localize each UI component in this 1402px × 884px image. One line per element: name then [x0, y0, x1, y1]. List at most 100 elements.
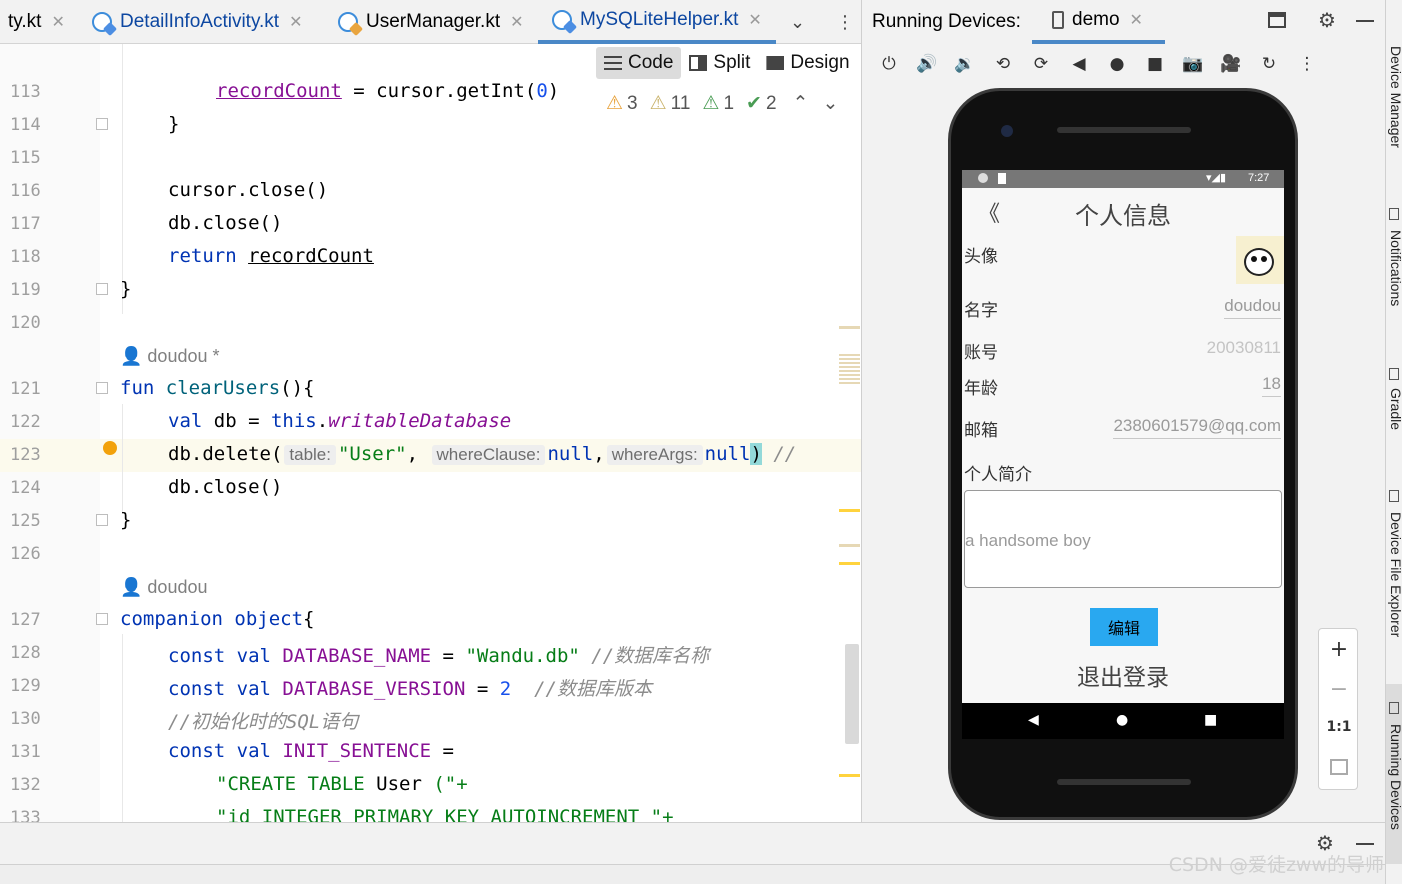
- more-vertical-icon[interactable]: ⋮: [836, 0, 854, 44]
- power-icon[interactable]: ⏻: [879, 54, 899, 74]
- account-field[interactable]: 20030811: [1207, 338, 1281, 360]
- code-token: ): [750, 443, 762, 465]
- close-icon[interactable]: ✕: [510, 12, 523, 32]
- tool-device-manager[interactable]: Device Manager: [1388, 46, 1402, 148]
- age-field[interactable]: 18: [1262, 374, 1281, 397]
- code-author-hint[interactable]: 👤 doudou *: [120, 346, 220, 367]
- intro-textarea[interactable]: a handsome boy: [964, 490, 1282, 588]
- zoom-out-button[interactable]: −: [1319, 677, 1359, 702]
- tool-running-devices[interactable]: Running Devices: [1388, 724, 1402, 830]
- code-author-hint[interactable]: 👤 doudou: [120, 577, 208, 598]
- code-token: writableDatabase: [328, 410, 512, 432]
- fold-marker-icon[interactable]: [96, 613, 108, 625]
- avatar[interactable]: [1236, 236, 1284, 284]
- line-number: 123: [10, 445, 41, 465]
- code-line-117: db.close(): [168, 212, 283, 234]
- line-number: 122: [10, 412, 41, 432]
- zoom-actual-size-button[interactable]: 1:1: [1319, 719, 1359, 735]
- code-editor[interactable]: Code Split Design ⚠ 3 ⚠ 11 ⚠ 1 ✔ 2 ⌃ ⌄ 113 1…: [0, 44, 861, 822]
- chevron-down-icon[interactable]: ⌄: [790, 0, 805, 44]
- code-line-131: const val INIT_SENTENCE =: [168, 740, 454, 762]
- edit-button[interactable]: 编辑: [1090, 608, 1158, 646]
- name-field[interactable]: doudou: [1224, 296, 1281, 319]
- tab-mysqlitehelper[interactable]: MySQLiteHelper.kt ✕: [538, 0, 776, 44]
- fold-marker-icon[interactable]: [96, 283, 108, 295]
- code-token: "Wandu.db": [465, 645, 580, 667]
- device-tab-demo[interactable]: demo ✕: [1032, 0, 1165, 44]
- scroll-marker[interactable]: [839, 354, 860, 384]
- vertical-scrollbar[interactable]: [845, 644, 859, 744]
- kotlin-class-icon: [338, 12, 358, 32]
- device-screen[interactable]: ▾◢▮ 7:27 《 个人信息 头像 名字 doudou 账号 20030811…: [962, 170, 1284, 703]
- tab-label: DetailInfoActivity.kt: [120, 11, 280, 32]
- editor-tab-bar: ty.kt ✕ DetailInfoActivity.kt ✕ UserMana…: [0, 0, 861, 44]
- code-line-124: db.close(): [168, 476, 283, 498]
- fold-marker-icon[interactable]: [96, 382, 108, 394]
- line-number: 113: [10, 82, 41, 102]
- camera-dot: [1001, 125, 1013, 137]
- email-field[interactable]: 2380601579@qq.com: [1113, 416, 1281, 439]
- minimize-icon[interactable]: [1356, 20, 1374, 22]
- code-token: //: [761, 443, 797, 465]
- volume-down-icon[interactable]: 🔉: [954, 54, 975, 74]
- rotate-right-icon[interactable]: ⟳: [1031, 54, 1051, 74]
- tool-gradle[interactable]: Gradle: [1388, 388, 1402, 430]
- line-number: 119: [10, 280, 41, 300]
- code-token: ,: [593, 443, 605, 465]
- view-mode-split[interactable]: Split: [681, 47, 758, 79]
- inspection-widget[interactable]: ⚠ 3 ⚠ 11 ⚠ 1 ✔ 2 ⌃ ⌄: [606, 92, 842, 115]
- tab-detailinfoactivity[interactable]: DetailInfoActivity.kt ✕: [92, 0, 303, 44]
- camera-icon[interactable]: 📷: [1182, 54, 1203, 74]
- nav-recents-icon[interactable]: ■: [1204, 712, 1217, 728]
- gear-icon[interactable]: ⚙: [1318, 8, 1336, 33]
- scroll-marker[interactable]: [839, 326, 860, 329]
- previous-highlight-icon[interactable]: ⌃: [793, 92, 809, 115]
- scroll-marker[interactable]: [839, 562, 860, 565]
- fold-marker-icon[interactable]: [96, 514, 108, 526]
- rotate-left-icon[interactable]: ⟲: [993, 54, 1013, 74]
- record-icon[interactable]: 🎥: [1220, 54, 1241, 74]
- overview-icon[interactable]: ■: [1145, 54, 1165, 74]
- logout-button[interactable]: 退出登录: [962, 658, 1284, 692]
- code-token: null: [547, 443, 594, 465]
- zoom-in-button[interactable]: +: [1319, 637, 1359, 662]
- tab-usermanager[interactable]: UserManager.kt ✕: [338, 0, 524, 44]
- snapshot-icon[interactable]: ↻: [1259, 54, 1279, 74]
- device-tab-label: demo: [1072, 9, 1120, 30]
- scroll-marker[interactable]: [839, 509, 860, 512]
- view-mode-design[interactable]: Design: [758, 47, 857, 79]
- next-highlight-icon[interactable]: ⌄: [822, 92, 838, 115]
- close-icon[interactable]: ✕: [748, 10, 761, 30]
- close-icon[interactable]: ✕: [51, 12, 64, 32]
- close-icon[interactable]: ✕: [289, 12, 302, 32]
- tool-device-file-explorer[interactable]: Device File Explorer: [1388, 512, 1402, 637]
- tool-notifications[interactable]: Notifications: [1388, 230, 1402, 306]
- close-icon[interactable]: ✕: [1130, 10, 1143, 30]
- minimize-icon[interactable]: [1356, 843, 1374, 845]
- intro-label: 个人简介: [964, 465, 1032, 485]
- fold-marker-icon[interactable]: [96, 118, 108, 130]
- back-icon[interactable]: ◀: [1069, 54, 1089, 74]
- device-file-explorer-icon: [1389, 490, 1399, 502]
- emulator-toolbar: ⏻ 🔊 🔉 ⟲ ⟳ ◀ ● ■ 📷 🎥 ↻ ⋮: [862, 44, 1386, 84]
- notifications-icon: [1389, 208, 1399, 220]
- more-vertical-icon[interactable]: ⋮: [1297, 54, 1317, 74]
- line-number: 124: [10, 478, 41, 498]
- page-title: 个人信息: [1075, 202, 1171, 230]
- weak-warning-icon: ⚠: [649, 93, 667, 114]
- volume-up-icon[interactable]: 🔊: [916, 54, 937, 74]
- code-token: clearUsers: [165, 377, 281, 399]
- window-restore-icon[interactable]: [1268, 12, 1286, 28]
- scroll-marker[interactable]: [839, 544, 860, 547]
- nav-home-icon[interactable]: ●: [1116, 712, 1128, 728]
- code-token: null: [704, 443, 751, 465]
- fit-screen-icon[interactable]: [1330, 759, 1348, 775]
- home-icon[interactable]: ●: [1107, 54, 1127, 74]
- tab-activity[interactable]: ty.kt ✕: [8, 0, 65, 44]
- view-mode-code[interactable]: Code: [596, 47, 682, 79]
- scroll-marker[interactable]: [839, 774, 860, 777]
- lightbulb-icon[interactable]: [103, 441, 117, 455]
- email-label: 邮箱: [964, 421, 998, 441]
- nav-back-icon[interactable]: ◀: [1028, 712, 1039, 728]
- user-icon: 👤: [120, 577, 148, 597]
